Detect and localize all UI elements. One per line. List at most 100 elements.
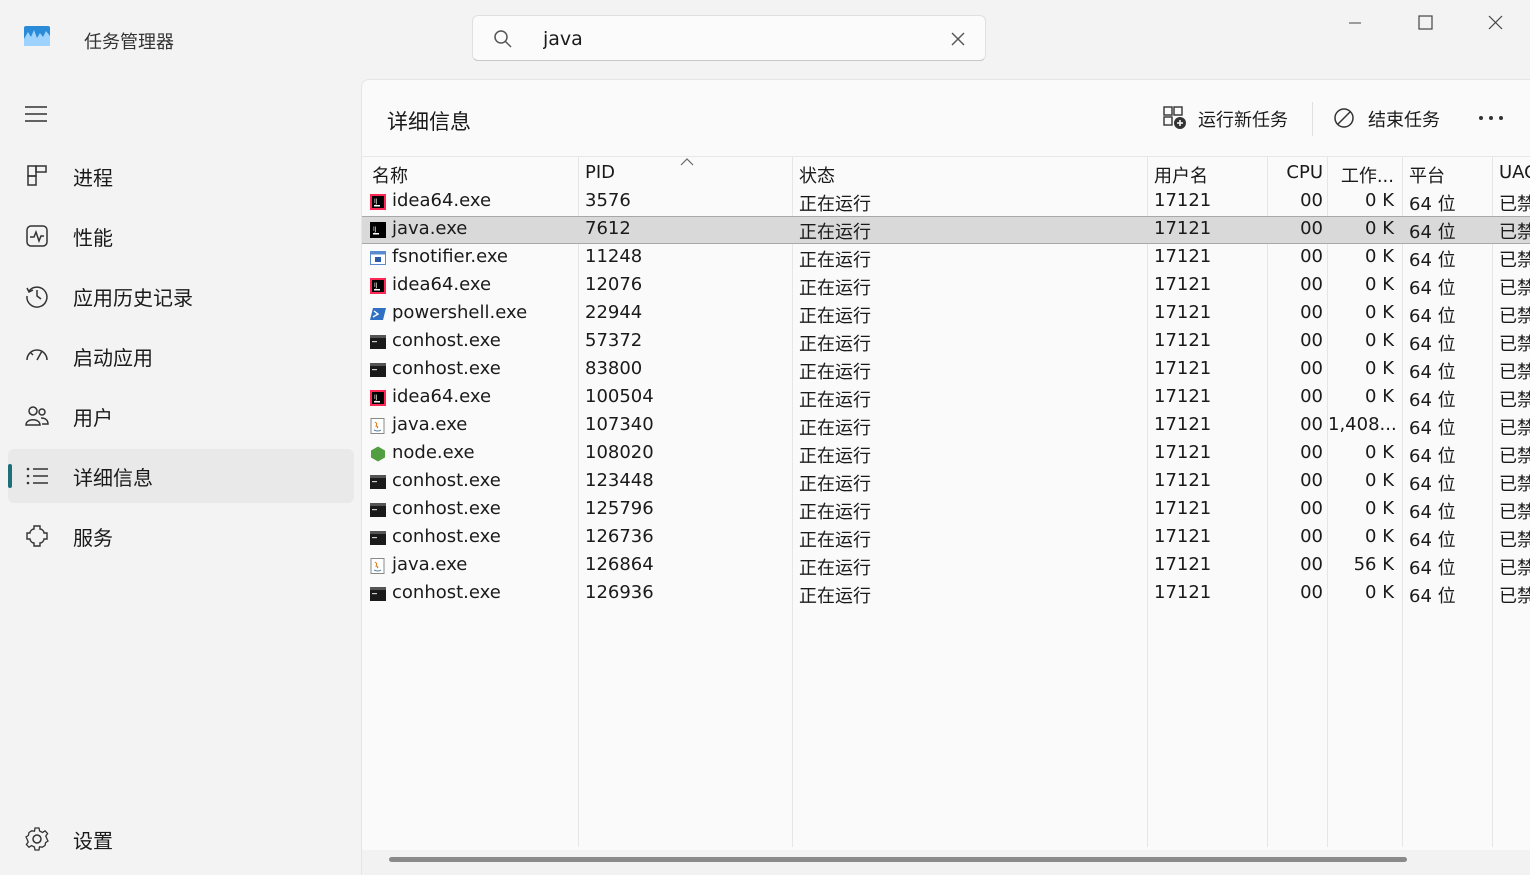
table-row[interactable]: conhost.exe 125796 正在运行 17121 00 0 K 64 位 已禁 (362, 496, 1530, 524)
table-row[interactable]: java.exe 107340 正在运行 17121 001,408... 64 位 已禁 (362, 412, 1530, 440)
nav-item-app-history[interactable]: 应用历史记录 (8, 269, 354, 323)
java-dark-process-icon: IJ (370, 222, 386, 238)
table-top-border (362, 156, 1530, 157)
cell-pid: 3576 (585, 190, 631, 211)
table-row[interactable]: conhost.exe 126736 正在运行 17121 00 0 K 64 位 已禁 (362, 524, 1530, 552)
cell-pid: 11248 (585, 246, 643, 267)
table-row[interactable]: conhost.exe 123448 正在运行 17121 00 0 K 64 位 已禁 (362, 468, 1530, 496)
nav-item-settings[interactable]: 设置 (8, 812, 354, 866)
hamburger-menu-icon[interactable] (24, 103, 48, 125)
end-task-label: 结束任务 (1368, 110, 1440, 131)
table-row[interactable]: powershell.exe 22944 正在运行 17121 00 0 K 64 位 已禁 (362, 300, 1530, 328)
column-header-platform[interactable]: 平台 (1409, 162, 1445, 190)
fsnotifier-process-icon (370, 251, 386, 265)
users-icon (25, 406, 49, 426)
more-options-icon[interactable] (1472, 102, 1512, 134)
node-process-icon (371, 446, 385, 462)
history-icon (26, 286, 48, 308)
table-row[interactable]: conhost.exe 83800 正在运行 17121 00 0 K 64 位 已禁 (362, 356, 1530, 384)
end-task-icon (1334, 108, 1354, 128)
clear-search-icon[interactable] (949, 30, 967, 48)
cell-cpu: 00 (1300, 302, 1323, 323)
nav-item-label: 进程 (73, 166, 113, 190)
column-header-working-set[interactable]: 工作... (1328, 162, 1394, 190)
cell-cpu: 00 (1300, 330, 1323, 351)
console-process-icon (370, 587, 386, 601)
console-process-icon (370, 531, 386, 545)
app-title: 任务管理器 (84, 32, 174, 53)
cell-status: 正在运行 (799, 278, 871, 299)
console-process-icon (370, 363, 386, 377)
nav-item-performance[interactable]: 性能 (8, 209, 354, 263)
table-row[interactable]: IJ idea64.exe 3576 正在运行 17121 00 0 K 64 位 已禁 (362, 188, 1530, 216)
run-new-task-button[interactable]: 运行新任务 (1162, 102, 1294, 134)
cell-pid: 22944 (585, 302, 643, 323)
maximize-icon[interactable] (1402, 8, 1448, 38)
cell-status: 正在运行 (799, 474, 871, 495)
close-icon[interactable] (1472, 8, 1518, 38)
cell-username: 17121 (1154, 330, 1212, 351)
column-header-username[interactable]: 用户名 (1154, 162, 1208, 190)
horizontal-scrollbar[interactable] (362, 850, 1530, 875)
cell-working-set: 0 K (1365, 582, 1394, 603)
table-row[interactable]: conhost.exe 126936 正在运行 17121 00 0 K 64 位 已禁 (362, 580, 1530, 608)
cell-pid: 12076 (585, 274, 643, 295)
cell-status: 正在运行 (799, 446, 871, 467)
nav-item-services[interactable]: 服务 (8, 509, 354, 563)
cell-working-set: 0 K (1365, 442, 1394, 463)
sort-ascending-icon (680, 158, 694, 166)
nav-item-label: 详细信息 (73, 466, 153, 490)
search-input[interactable] (541, 24, 925, 54)
cell-platform: 64 位 (1409, 222, 1456, 243)
column-header-pid[interactable]: PID (585, 162, 785, 190)
cell-platform: 64 位 (1409, 418, 1456, 439)
cell-username: 17121 (1154, 498, 1212, 519)
end-task-button[interactable]: 结束任务 (1332, 102, 1444, 134)
cell-cpu: 00 (1300, 554, 1323, 575)
nav-item-processes[interactable]: 进程 (8, 149, 354, 203)
cell-uac: 已禁 (1499, 390, 1530, 411)
search-box[interactable] (472, 15, 986, 61)
cell-platform: 64 位 (1409, 502, 1456, 523)
cell-uac: 已禁 (1499, 194, 1530, 215)
table-row[interactable]: IJ idea64.exe 12076 正在运行 17121 00 0 K 64 位 已禁 (362, 272, 1530, 300)
nav-item-label: 服务 (73, 526, 113, 550)
cell-cpu: 00 (1300, 218, 1323, 239)
column-header-cpu[interactable]: CPU (1268, 162, 1323, 190)
minimize-icon[interactable] (1332, 8, 1378, 38)
cell-working-set: 0 K (1365, 274, 1394, 295)
cell-status: 正在运行 (799, 250, 871, 271)
column-header-uac[interactable]: UAC (1499, 162, 1530, 190)
nav-item-label: 启动应用 (73, 346, 153, 370)
cell-status: 正在运行 (799, 362, 871, 383)
column-header-status[interactable]: 状态 (799, 162, 835, 190)
cell-name: conhost.exe (392, 330, 501, 351)
nav-item-startup[interactable]: 启动应用 (8, 329, 354, 383)
column-header-name[interactable]: 名称 (372, 162, 408, 190)
cell-cpu: 00 (1300, 498, 1323, 519)
table-row[interactable]: IJ idea64.exe 100504 正在运行 17121 00 0 K 64 位 已禁 (362, 384, 1530, 412)
cell-platform: 64 位 (1409, 250, 1456, 271)
nav-item-label: 性能 (73, 226, 113, 250)
table-row[interactable]: fsnotifier.exe 11248 正在运行 17121 00 0 K 64 位 已禁 (362, 244, 1530, 272)
nav-item-users[interactable]: 用户 (8, 389, 354, 443)
nav-item-details[interactable]: 详细信息 (8, 449, 354, 503)
cell-uac: 已禁 (1499, 418, 1530, 439)
cell-uac: 已禁 (1499, 362, 1530, 383)
java-process-icon (370, 558, 385, 574)
cell-pid: 107340 (585, 414, 654, 435)
table-row[interactable]: conhost.exe 57372 正在运行 17121 00 0 K 64 位 已禁 (362, 328, 1530, 356)
cell-working-set: 0 K (1365, 498, 1394, 519)
table-row[interactable]: node.exe 108020 正在运行 17121 00 0 K 64 位 已禁 (362, 440, 1530, 468)
column-header-label: PID (585, 162, 616, 183)
cell-platform: 64 位 (1409, 558, 1456, 579)
cell-name: conhost.exe (392, 498, 501, 519)
run-new-task-icon (1163, 106, 1186, 129)
table-row[interactable]: java.exe 126864 正在运行 17121 00 56 K 64 位 已禁 (362, 552, 1530, 580)
table-row[interactable]: IJ java.exe 7612 正在运行 17121 00 0 K 64 位 已禁 (362, 216, 1530, 244)
cell-platform: 64 位 (1409, 474, 1456, 495)
horizontal-scrollbar-thumb[interactable] (389, 857, 1407, 862)
cell-pid: 123448 (585, 470, 654, 491)
cell-username: 17121 (1154, 190, 1212, 211)
console-process-icon (370, 475, 386, 489)
